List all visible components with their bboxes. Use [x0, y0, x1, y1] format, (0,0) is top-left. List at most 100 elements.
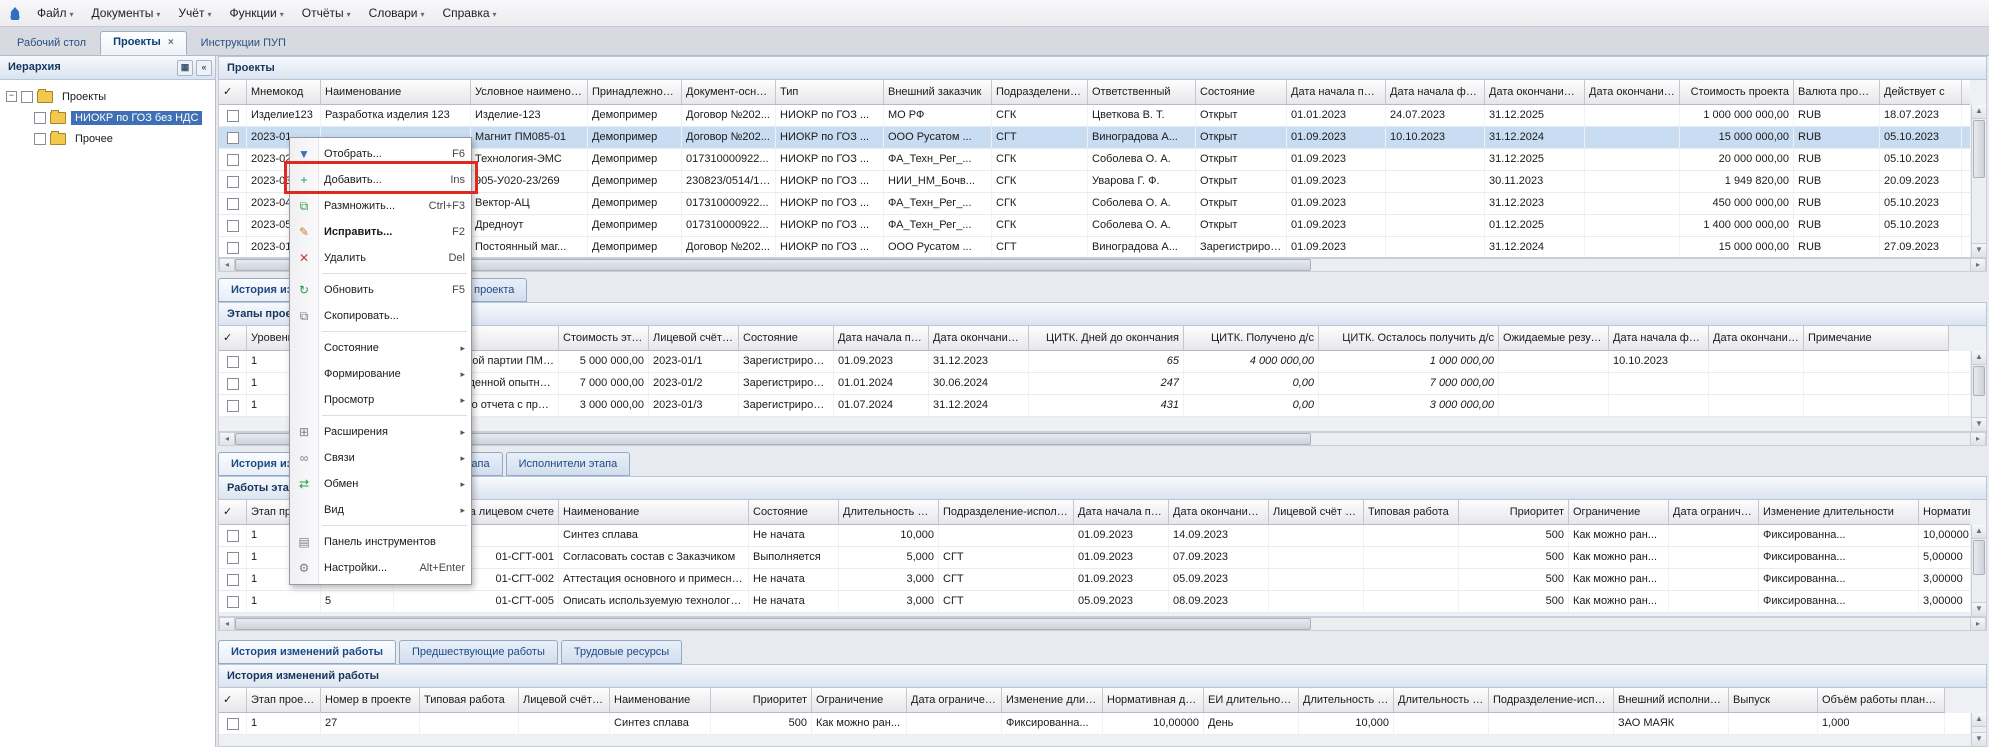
column-header[interactable]: Приоритет	[1459, 500, 1569, 525]
column-header[interactable]: Состояние	[739, 326, 834, 351]
column-header[interactable]: Наименование	[610, 688, 711, 713]
history-vscrollbar[interactable]: ▲ ▼	[1971, 713, 1986, 746]
column-header[interactable]: Изменение длительности	[1002, 688, 1103, 713]
column-header[interactable]: Ответственный	[1088, 80, 1196, 105]
column-header[interactable]: Состояние	[1196, 80, 1287, 105]
row-checkbox[interactable]	[227, 220, 239, 232]
column-header[interactable]: Действует с	[1880, 80, 1962, 105]
table-row[interactable]: 2023-04Вектор-АЦДемопример017310000922..…	[219, 193, 1970, 215]
row-checkbox[interactable]	[227, 596, 239, 608]
column-header[interactable]: ЦИТК. Получено д/с	[1184, 326, 1319, 351]
row-checkbox[interactable]	[227, 400, 239, 412]
scroll-up-icon[interactable]: ▲	[1972, 525, 1986, 539]
scroll-right-icon[interactable]: ▸	[1970, 433, 1986, 445]
panel-collapse-icon[interactable]: «	[196, 60, 212, 76]
scroll-right-icon[interactable]: ▸	[1970, 618, 1986, 630]
stages-hscrollbar[interactable]: ◂ ▸	[218, 432, 1987, 446]
menu-dictionaries[interactable]: Словари▾	[360, 3, 434, 23]
column-header[interactable]: Дата начала факт	[1609, 326, 1709, 351]
table-row[interactable]: 2023-01Магнит ПМ085-01ДемопримерДоговор …	[219, 127, 1970, 149]
scroll-left-icon[interactable]: ◂	[219, 618, 235, 630]
works-hscrollbar[interactable]: ◂ ▸	[218, 617, 1987, 631]
tab-desktop[interactable]: Рабочий стол	[5, 33, 98, 55]
column-header[interactable]: Длительность фактическая	[1394, 688, 1489, 713]
menu-item-preview[interactable]: Просмотр▸	[290, 387, 471, 413]
scroll-up-icon[interactable]: ▲	[1972, 351, 1986, 365]
column-header[interactable]: Наименование	[559, 500, 749, 525]
column-header[interactable]: Тип	[776, 80, 884, 105]
column-header[interactable]: Лицевой счёт затрат	[1269, 500, 1364, 525]
scroll-left-icon[interactable]: ◂	[219, 433, 235, 445]
row-checkbox[interactable]	[227, 356, 239, 368]
column-header[interactable]: Выпуск	[1729, 688, 1818, 713]
column-header[interactable]: ЕИ длительности	[1204, 688, 1299, 713]
table-row[interactable]: 1Подготовка итогового отчета с приложени…	[219, 395, 1970, 417]
tab-work-change-history[interactable]: История изменений работы	[218, 640, 396, 664]
menu-item-links[interactable]: ∞Связи▸	[290, 445, 471, 471]
tree-item-other[interactable]: Прочее	[0, 128, 215, 149]
works-vscrollbar[interactable]: ▲ ▼	[1971, 525, 1986, 616]
projects-hscrollbar[interactable]: ◂ ▸	[218, 258, 1987, 272]
row-checkbox[interactable]	[227, 378, 239, 390]
scroll-down-icon[interactable]: ▼	[1972, 243, 1986, 257]
vscroll-thumb[interactable]	[1973, 366, 1985, 396]
column-header[interactable]: Документ-основание	[682, 80, 776, 105]
column-header[interactable]	[1962, 80, 1970, 105]
row-checkbox[interactable]	[227, 176, 239, 188]
column-header[interactable]: Дата ограничения	[907, 688, 1002, 713]
column-header[interactable]: Номер в проекте	[321, 688, 420, 713]
row-checkbox[interactable]	[227, 132, 239, 144]
column-header[interactable]: Лицевой счёт затрат.	[649, 326, 739, 351]
stages-vscrollbar[interactable]: ▲ ▼	[1971, 351, 1986, 431]
column-header[interactable]: Примечание	[1804, 326, 1949, 351]
column-header[interactable]: Дата окончания план	[929, 326, 1029, 351]
column-header[interactable]: Длительность плановая	[1299, 688, 1394, 713]
scroll-down-icon[interactable]: ▼	[1972, 417, 1986, 431]
menu-item-formation[interactable]: Формирование▸	[290, 361, 471, 387]
tree-checkbox[interactable]	[21, 91, 33, 103]
column-header[interactable]: Дата начала план	[834, 326, 929, 351]
column-header[interactable]: Валюта проекта	[1794, 80, 1880, 105]
column-header[interactable]: Состояние	[749, 500, 839, 525]
tree-item-niokr-goz[interactable]: НИОКР по ГОЗ без НДС	[0, 107, 215, 128]
tab-preceding-works[interactable]: Предшествующие работы	[399, 640, 558, 664]
scroll-up-icon[interactable]: ▲	[1972, 713, 1986, 727]
menu-item-exchange[interactable]: ⇄Обмен▸	[290, 471, 471, 497]
column-header[interactable]: ✓	[219, 500, 247, 525]
menu-item-delete[interactable]: ✕УдалитьDel	[290, 245, 471, 271]
column-header[interactable]: Стоимость этапа	[559, 326, 649, 351]
tree-collapse-icon[interactable]: −	[6, 91, 17, 102]
menu-item-settings[interactable]: ⚙Настройки...Alt+Enter	[290, 555, 471, 581]
table-row[interactable]: 1101-СГТ-001Согласовать состав с Заказчи…	[219, 547, 1970, 569]
column-header[interactable]: Подразделение-ответственный	[992, 80, 1088, 105]
table-row[interactable]: 1201-СГТ-002Аттестация основного и приме…	[219, 569, 1970, 591]
column-header[interactable]: Типовая работа	[420, 688, 519, 713]
menu-item-duplicate[interactable]: ⧉Размножить...Ctrl+F3	[290, 193, 471, 219]
tab-labor-resources[interactable]: Трудовые ресурсы	[561, 640, 682, 664]
column-header[interactable]: Внешний исполнитель	[1614, 688, 1729, 713]
menu-item-toolbar-panel[interactable]: ▤Панель инструментов	[290, 529, 471, 555]
column-header[interactable]: Подразделение-исполнитель...	[939, 500, 1074, 525]
column-header[interactable]: Наименование	[321, 80, 471, 105]
column-header[interactable]: Дата начала план	[1287, 80, 1386, 105]
column-header[interactable]: Этап проекта	[247, 688, 321, 713]
column-header[interactable]: Внешний заказчик	[884, 80, 992, 105]
row-checkbox[interactable]	[227, 530, 239, 542]
row-checkbox[interactable]	[227, 574, 239, 586]
column-header[interactable]: ✓	[219, 80, 247, 105]
table-row[interactable]: 2023-05ДредноутДемопример017310000922...…	[219, 215, 1970, 237]
panel-grid-icon[interactable]: ▦	[177, 60, 193, 76]
column-header[interactable]: Условное наименование	[471, 80, 588, 105]
table-row[interactable]: 127Синтез сплава500Как можно ран...Фикси…	[219, 713, 1970, 735]
column-header[interactable]: Приоритет	[711, 688, 812, 713]
column-header[interactable]: Стоимость проекта	[1680, 80, 1794, 105]
table-row[interactable]: 2023-01нПостоянный маг...ДемопримерДогов…	[219, 237, 1970, 257]
row-checkbox[interactable]	[227, 242, 239, 254]
column-header[interactable]: ✓	[219, 326, 247, 351]
column-header[interactable]: Дата начала факт	[1386, 80, 1485, 105]
column-header[interactable]: Дата начала план	[1074, 500, 1169, 525]
column-header[interactable]: Объём работы плановый (по...	[1818, 688, 1945, 713]
tab-stage-executors[interactable]: Исполнители этапа	[506, 452, 631, 476]
vscroll-thumb[interactable]	[1973, 120, 1985, 178]
column-header[interactable]: Дата окончания план	[1485, 80, 1585, 105]
